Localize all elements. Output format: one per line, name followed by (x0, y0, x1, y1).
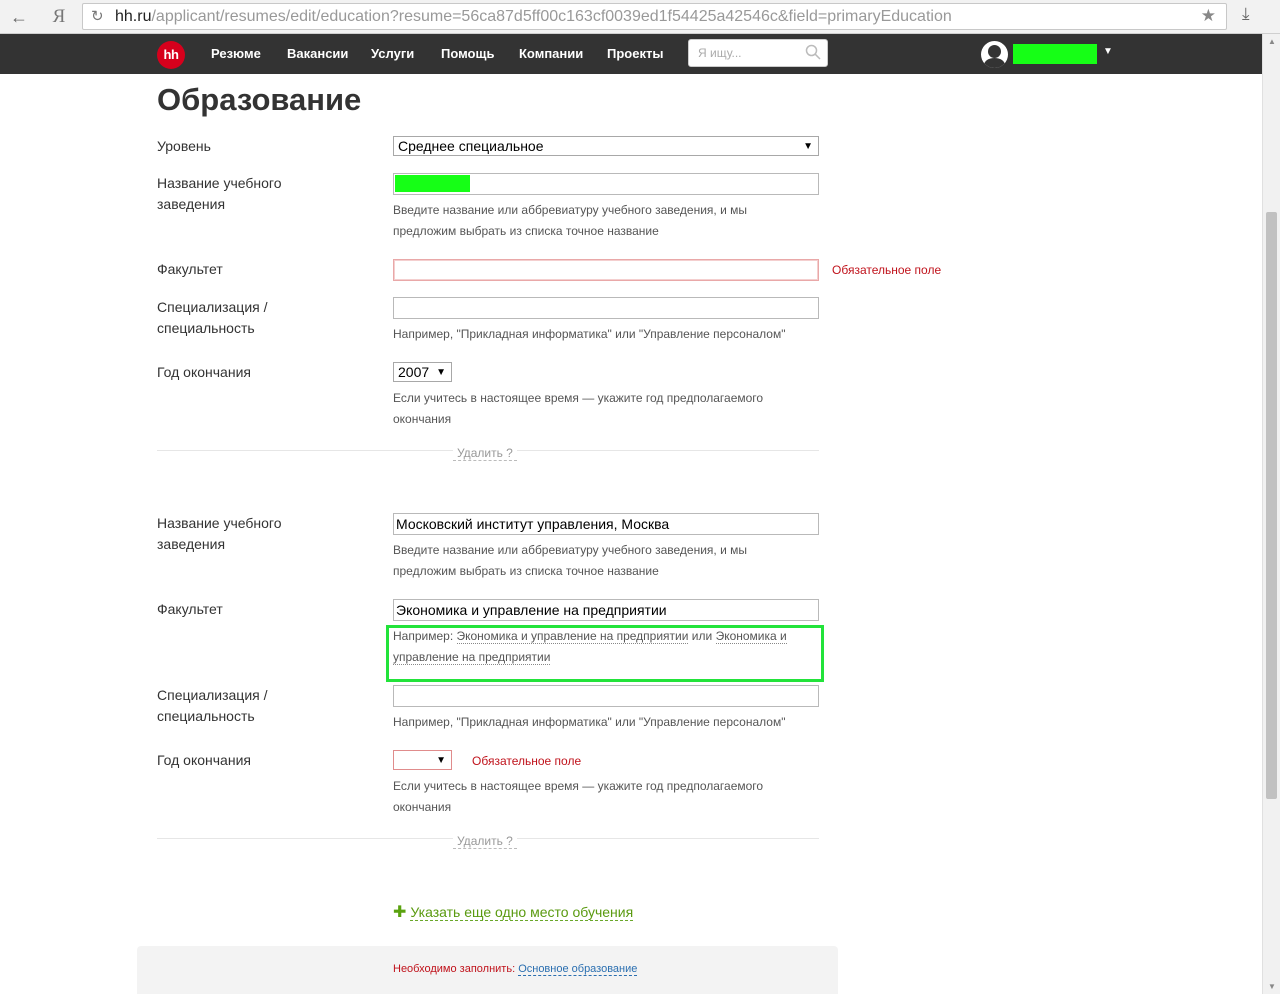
browser-toolbar: ← Я ↻ hh.ru/applicant/resumes/edit/educa… (0, 0, 1280, 34)
highlight-annotation (386, 625, 824, 682)
download-icon[interactable]: ⤓ (1242, 4, 1250, 24)
nav-item-resume[interactable]: Резюме (211, 46, 261, 61)
level-select-value: Среднее специальное (398, 138, 544, 154)
star-icon[interactable]: ★ (1201, 6, 1216, 26)
address-bar[interactable]: ↻ hh.ru/applicant/resumes/edit/education… (82, 3, 1227, 30)
required-fields-panel: Необходимо заполнить: Основное образован… (137, 946, 838, 994)
required-prefix: Необходимо заполнить: (393, 963, 516, 975)
faculty-required-error: Обязательное поле (832, 263, 942, 277)
url-host: hh.ru (115, 8, 152, 25)
chevron-down-icon: ▼ (803, 141, 813, 152)
institution-redacted (395, 175, 470, 192)
specialization-label: Специализация / специальность (157, 299, 268, 336)
page-title: Образование (157, 82, 362, 117)
faculty-input[interactable]: Экономика и управление на предприятии (393, 599, 819, 621)
hh-logo[interactable]: hh (157, 41, 185, 69)
year-hint: Если учитесь в настоящее время — укажите… (393, 391, 764, 426)
level-label: Уровень (157, 138, 211, 154)
chevron-down-icon: ▼ (436, 755, 446, 766)
required-field-link[interactable]: Основное образование (518, 963, 638, 976)
add-education-label: Указать еще одно место обучения (410, 904, 634, 921)
delete-entry-link[interactable]: Удалить ? (453, 834, 517, 849)
institution-input[interactable]: Московский институт управления, Москва (393, 513, 819, 535)
add-education-link[interactable]: ✚ Указать еще одно место обучения (393, 902, 634, 922)
faculty-input[interactable] (393, 259, 819, 281)
institution-hint: Введите название или аббревиатуру учебно… (393, 203, 748, 238)
scrollbar[interactable]: ▲ ▼ (1262, 34, 1280, 994)
reload-icon[interactable]: ↻ (91, 7, 104, 25)
plus-icon: ✚ (393, 904, 407, 921)
year-hint: Если учитесь в настоящее время — укажите… (393, 779, 764, 814)
year-label: Год окончания (157, 364, 251, 380)
institution-label: Название учебного заведения (157, 515, 282, 552)
specialization-hint: Например, "Прикладная информатика" или "… (393, 327, 786, 341)
specialization-input[interactable] (393, 297, 819, 319)
url-text[interactable]: hh.ru/applicant/resumes/edit/education?r… (115, 8, 952, 26)
faculty-label: Факультет (157, 261, 223, 277)
year-label: Год окончания (157, 752, 251, 768)
faculty-label: Факультет (157, 601, 223, 617)
nav-item-vacancies[interactable]: Вакансии (287, 46, 348, 61)
search-placeholder: Я ищу... (698, 46, 742, 60)
avatar-icon[interactable] (981, 41, 1008, 68)
level-select[interactable]: Среднее специальное ▼ (393, 136, 819, 156)
username-redacted[interactable] (1013, 44, 1097, 64)
year-select[interactable]: ▼ (393, 750, 452, 770)
specialization-input[interactable] (393, 685, 819, 707)
year-select[interactable]: 2007 ▼ (393, 362, 452, 382)
scroll-up-icon[interactable]: ▲ (1268, 37, 1276, 46)
specialization-label: Специализация / специальность (157, 687, 268, 724)
scroll-down-icon[interactable]: ▼ (1268, 982, 1276, 991)
year-select-value: 2007 (398, 364, 430, 380)
nav-item-help[interactable]: Помощь (441, 46, 494, 61)
institution-label: Название учебного заведения (157, 175, 282, 212)
scrollbar-thumb[interactable] (1266, 212, 1277, 799)
chevron-down-icon: ▼ (436, 367, 446, 378)
institution-hint: Введите название или аббревиатуру учебно… (393, 543, 748, 578)
search-input[interactable]: Я ищу... (688, 39, 828, 67)
nav-item-companies[interactable]: Компании (519, 46, 583, 61)
nav-item-projects[interactable]: Проекты (607, 46, 663, 61)
year-required-error: Обязательное поле (472, 754, 582, 768)
delete-entry-link[interactable]: Удалить ? (453, 446, 517, 461)
back-arrow-icon[interactable]: ← (6, 4, 32, 30)
nav-item-services[interactable]: Услуги (371, 46, 414, 61)
site-header: hh Резюме Вакансии Услуги Помощь Компани… (0, 34, 1262, 74)
required-notice: Необходимо заполнить: Основное образован… (393, 963, 638, 976)
yandex-icon[interactable]: Я (46, 4, 72, 30)
caret-down-icon[interactable]: ▼ (1103, 46, 1113, 57)
search-icon[interactable] (805, 44, 821, 60)
specialization-hint: Например, "Прикладная информатика" или "… (393, 715, 786, 729)
url-path: /applicant/resumes/edit/education?resume… (151, 8, 952, 25)
